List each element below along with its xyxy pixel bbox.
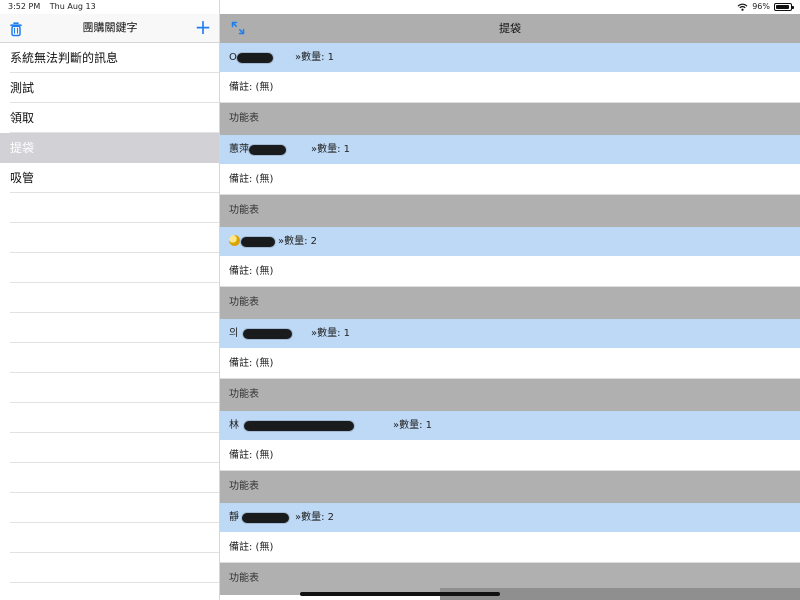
quantity-text: »數量: 2 bbox=[295, 512, 335, 523]
order-item-row[interactable]: »數量: 2 bbox=[220, 227, 800, 257]
function-menu-label: 功能表 bbox=[229, 205, 259, 216]
note-text: 備註: (無) bbox=[229, 82, 274, 93]
note-row: 備註: (無) bbox=[220, 441, 800, 471]
keywords-sidebar: 團購關鍵字 + 系統無法判斷的訊息 測試 領取 提袋 吸管 bbox=[0, 0, 220, 600]
note-row: 備註: (無) bbox=[220, 533, 800, 563]
customer-name bbox=[229, 235, 241, 249]
note-row: 備註: (無) bbox=[220, 257, 800, 287]
empty-list-row bbox=[0, 223, 219, 253]
function-menu-row[interactable]: 功能表 bbox=[220, 195, 800, 227]
note-text: 備註: (無) bbox=[229, 174, 274, 185]
keyword-list: 系統無法判斷的訊息 測試 領取 提袋 吸管 bbox=[0, 43, 219, 600]
empty-list-row bbox=[0, 433, 219, 463]
keyword-detail-panel: 提袋 O »數量: 1 備註: (無) 功能表 蕙萍 »數量: 1 備註: (無… bbox=[220, 0, 800, 600]
empty-list-row bbox=[0, 313, 219, 343]
customer-name: 林 bbox=[229, 420, 239, 431]
customer-name: 의 bbox=[229, 328, 239, 339]
function-menu-label: 功能表 bbox=[229, 573, 259, 584]
sidebar-item-label: 吸管 bbox=[10, 171, 35, 185]
sidebar-header: 團購關鍵字 + bbox=[0, 14, 219, 43]
detail-title: 提袋 bbox=[499, 22, 521, 35]
emoji-icon bbox=[229, 235, 240, 246]
add-keyword-button[interactable]: + bbox=[194, 16, 212, 38]
empty-list-row bbox=[0, 523, 219, 553]
sidebar-item-unrecognized-messages[interactable]: 系統無法判斷的訊息 bbox=[0, 43, 219, 73]
function-menu-row[interactable]: 功能表 bbox=[220, 287, 800, 319]
note-text: 備註: (無) bbox=[229, 450, 274, 461]
redacted-name bbox=[241, 237, 275, 247]
note-row: 備註: (無) bbox=[220, 73, 800, 103]
sidebar-item-label: 提袋 bbox=[10, 141, 35, 155]
empty-list-row bbox=[0, 253, 219, 283]
empty-list-row bbox=[0, 343, 219, 373]
sidebar-item-label: 測試 bbox=[10, 81, 35, 95]
function-menu-label: 功能表 bbox=[229, 389, 259, 400]
note-text: 備註: (無) bbox=[229, 266, 274, 277]
order-group: O »數量: 1 備註: (無) 功能表 bbox=[220, 43, 800, 135]
sidebar-title: 團購關鍵字 bbox=[82, 21, 138, 34]
function-menu-row[interactable]: 功能表 bbox=[220, 471, 800, 503]
order-item-row[interactable]: 蕙萍 »數量: 1 bbox=[220, 135, 800, 165]
note-text: 備註: (無) bbox=[229, 358, 274, 369]
empty-list-row bbox=[0, 553, 219, 583]
order-group: 靜 »數量: 2 備註: (無) 功能表 bbox=[220, 503, 800, 595]
function-menu-label: 功能表 bbox=[229, 297, 259, 308]
sidebar-item-straw[interactable]: 吸管 bbox=[0, 163, 219, 193]
note-row: 備註: (無) bbox=[220, 349, 800, 379]
redacted-name bbox=[244, 421, 354, 431]
order-group: »數量: 2 備註: (無) 功能表 bbox=[220, 227, 800, 319]
function-menu-label: 功能表 bbox=[229, 481, 259, 492]
order-group: 蕙萍 »數量: 1 備註: (無) 功能表 bbox=[220, 135, 800, 227]
app-screen: 3:52 PM Thu Aug 13 96% 團購關鍵字 + 系統無法判斷的訊息… bbox=[0, 0, 800, 600]
redacted-name bbox=[243, 329, 292, 339]
expand-icon bbox=[231, 21, 245, 35]
order-item-row[interactable]: 靜 »數量: 2 bbox=[220, 503, 800, 533]
quantity-text: »數量: 1 bbox=[311, 328, 351, 339]
customer-name: 靜 bbox=[229, 512, 239, 523]
sidebar-item-bag[interactable]: 提袋 bbox=[0, 133, 219, 163]
order-item-row[interactable]: O »數量: 1 bbox=[220, 43, 800, 73]
detail-header: 提袋 bbox=[220, 14, 800, 43]
redacted-name bbox=[249, 145, 286, 155]
order-item-row[interactable]: 林 »數量: 1 bbox=[220, 411, 800, 441]
customer-name: O bbox=[229, 52, 237, 63]
quantity-text: »數量: 1 bbox=[295, 52, 335, 63]
sidebar-item-label: 領取 bbox=[10, 111, 35, 125]
sidebar-item-test[interactable]: 測試 bbox=[0, 73, 219, 103]
home-indicator bbox=[300, 592, 500, 596]
order-group: 의 »數量: 1 備註: (無) 功能表 bbox=[220, 319, 800, 411]
delete-button[interactable] bbox=[8, 20, 24, 38]
function-menu-label: 功能表 bbox=[229, 113, 259, 124]
sidebar-item-label: 系統無法判斷的訊息 bbox=[10, 51, 119, 65]
customer-name: 蕙萍 bbox=[229, 144, 249, 155]
order-list: O »數量: 1 備註: (無) 功能表 蕙萍 »數量: 1 備註: (無) 功… bbox=[220, 43, 800, 595]
note-text: 備註: (無) bbox=[229, 542, 274, 553]
order-item-row[interactable]: 의 »數量: 1 bbox=[220, 319, 800, 349]
empty-list-row bbox=[0, 583, 219, 600]
empty-list-row bbox=[0, 463, 219, 493]
empty-list-row bbox=[0, 193, 219, 223]
expand-button[interactable] bbox=[230, 20, 246, 36]
quantity-text: »數量: 1 bbox=[393, 420, 433, 431]
empty-list-row bbox=[0, 493, 219, 523]
empty-list-row bbox=[0, 373, 219, 403]
sidebar-item-pickup[interactable]: 領取 bbox=[0, 103, 219, 133]
order-group: 林 »數量: 1 備註: (無) 功能表 bbox=[220, 411, 800, 503]
trash-icon bbox=[10, 22, 22, 37]
note-row: 備註: (無) bbox=[220, 165, 800, 195]
function-menu-row[interactable]: 功能表 bbox=[220, 379, 800, 411]
empty-list-row bbox=[0, 283, 219, 313]
quantity-text: »數量: 1 bbox=[311, 144, 351, 155]
function-menu-row[interactable]: 功能表 bbox=[220, 103, 800, 135]
empty-list-row bbox=[0, 403, 219, 433]
quantity-text: »數量: 2 bbox=[278, 236, 318, 247]
redacted-name bbox=[237, 53, 273, 63]
redacted-name bbox=[242, 513, 289, 523]
